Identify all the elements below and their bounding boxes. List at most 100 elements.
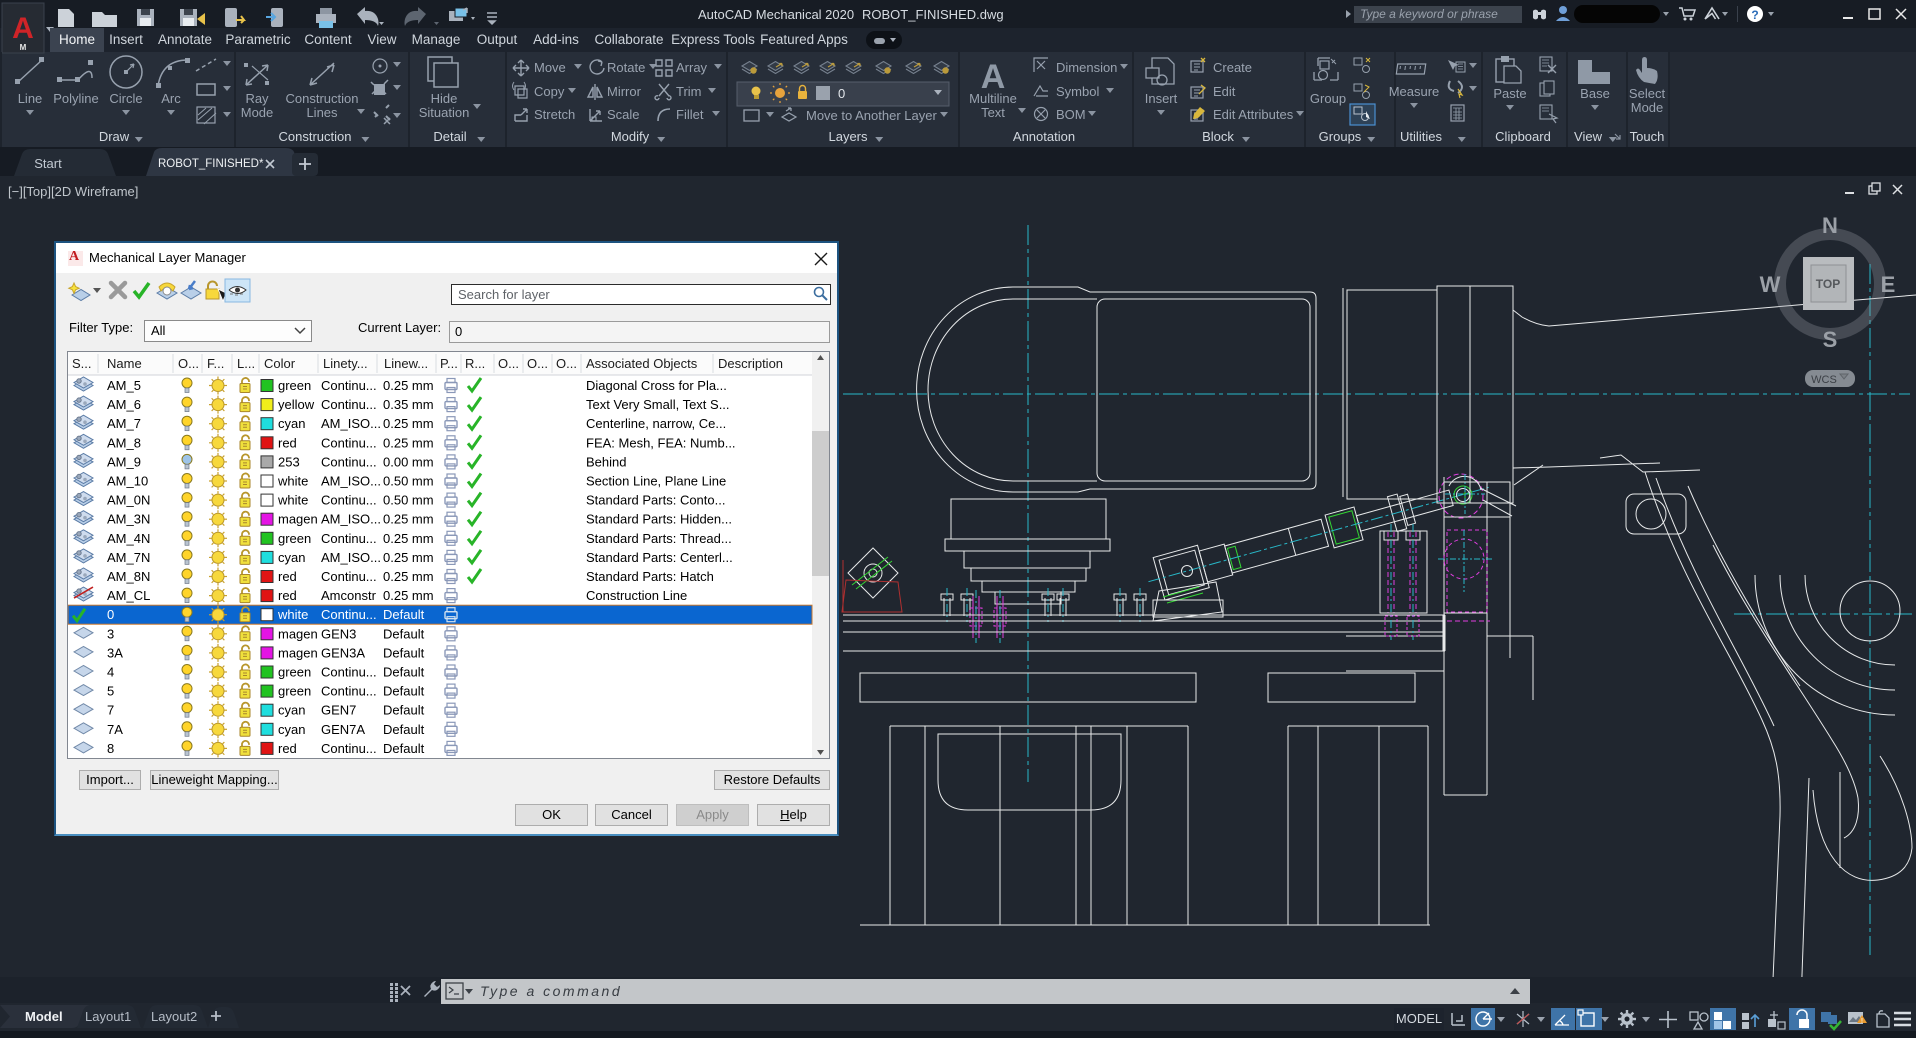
svg-text:magen: magen bbox=[278, 645, 318, 660]
svg-text:Layout2: Layout2 bbox=[151, 1009, 197, 1024]
svg-text:Construction: Construction bbox=[286, 91, 359, 106]
svg-text:Groups: Groups bbox=[1319, 129, 1362, 144]
svg-text:Collaborate: Collaborate bbox=[594, 32, 663, 47]
svg-text:ROBOT_FINISHED.dwg: ROBOT_FINISHED.dwg bbox=[862, 7, 1004, 22]
svg-text:AM_ISO...: AM_ISO... bbox=[321, 512, 381, 527]
svg-text:Home: Home bbox=[59, 32, 95, 47]
svg-text:Polyline: Polyline bbox=[53, 91, 99, 106]
svg-text:[−][Top][2D Wireframe]: [−][Top][2D Wireframe] bbox=[8, 184, 138, 199]
svg-text:Detail: Detail bbox=[433, 129, 466, 144]
svg-text:Fillet: Fillet bbox=[676, 107, 704, 122]
svg-text:Mode: Mode bbox=[1631, 100, 1664, 115]
svg-text:?: ? bbox=[1751, 8, 1758, 22]
svg-text:Continu...: Continu... bbox=[321, 569, 377, 584]
svg-text:Circle: Circle bbox=[109, 91, 142, 106]
svg-text:Centerline, narrow, Ce...: Centerline, narrow, Ce... bbox=[586, 416, 726, 431]
svg-text:AM_ISO...: AM_ISO... bbox=[321, 550, 381, 565]
svg-text:Add-ins: Add-ins bbox=[533, 32, 579, 47]
svg-text:white: white bbox=[277, 493, 308, 508]
svg-text:P...: P... bbox=[440, 356, 458, 371]
svg-text:cyan: cyan bbox=[278, 550, 305, 565]
svg-text:W: W bbox=[1760, 272, 1781, 297]
svg-text:AM_3N: AM_3N bbox=[107, 512, 150, 527]
svg-text:0: 0 bbox=[107, 607, 114, 622]
svg-text:Utilities: Utilities bbox=[1400, 129, 1442, 144]
svg-text:0.50 mm: 0.50 mm bbox=[383, 493, 434, 508]
svg-text:AM_10: AM_10 bbox=[107, 474, 148, 489]
svg-text:Rotate: Rotate bbox=[607, 60, 645, 75]
svg-text:Behind: Behind bbox=[586, 454, 626, 469]
svg-text:AM_0N: AM_0N bbox=[107, 493, 150, 508]
svg-text:Block: Block bbox=[1202, 129, 1234, 144]
svg-text:O...: O... bbox=[178, 356, 199, 371]
svg-text:Text: Text bbox=[981, 105, 1005, 120]
svg-text:Manage: Manage bbox=[412, 32, 461, 47]
svg-text:magen: magen bbox=[278, 512, 318, 527]
svg-text:Default: Default bbox=[383, 626, 425, 641]
svg-text:Touch: Touch bbox=[1630, 129, 1665, 144]
svg-text:AM_7N: AM_7N bbox=[107, 550, 150, 565]
svg-text:AM_6: AM_6 bbox=[107, 397, 141, 412]
svg-text:white: white bbox=[277, 474, 308, 489]
svg-text:AM_8: AM_8 bbox=[107, 435, 141, 450]
svg-text:Diagonal Cross for Pla...: Diagonal Cross for Pla... bbox=[586, 378, 727, 393]
svg-text:O...: O... bbox=[527, 356, 548, 371]
svg-text:Insert: Insert bbox=[1145, 91, 1178, 106]
svg-text:green: green bbox=[278, 378, 311, 393]
svg-text:Default: Default bbox=[383, 684, 425, 699]
svg-text:7A: 7A bbox=[107, 722, 123, 737]
svg-text:S: S bbox=[1823, 327, 1838, 352]
svg-text:Array: Array bbox=[676, 60, 708, 75]
svg-text:Featured Apps: Featured Apps bbox=[760, 32, 848, 47]
svg-text:Continu...: Continu... bbox=[321, 531, 377, 546]
svg-text:3A: 3A bbox=[107, 645, 123, 660]
svg-text:Standard Parts: Hatch: Standard Parts: Hatch bbox=[586, 569, 714, 584]
svg-text:0.25 mm: 0.25 mm bbox=[383, 512, 434, 527]
svg-text:Continu...: Continu... bbox=[321, 741, 377, 756]
svg-text:Move: Move bbox=[534, 60, 566, 75]
svg-text:0.00 mm: 0.00 mm bbox=[383, 454, 434, 469]
svg-text:Edit Attributes: Edit Attributes bbox=[1213, 107, 1294, 122]
svg-text:Continu...: Continu... bbox=[321, 665, 377, 680]
svg-text:0.25 mm: 0.25 mm bbox=[383, 435, 434, 450]
svg-text:Create: Create bbox=[1213, 60, 1252, 75]
svg-text:8: 8 bbox=[107, 741, 114, 756]
svg-text:WCS: WCS bbox=[1811, 374, 1837, 386]
svg-text:red: red bbox=[278, 741, 297, 756]
svg-text:F...: F... bbox=[207, 356, 224, 371]
svg-text:GEN3A: GEN3A bbox=[321, 645, 365, 660]
svg-text:Mirror: Mirror bbox=[607, 84, 642, 99]
svg-text:AM_7: AM_7 bbox=[107, 416, 141, 431]
svg-text:red: red bbox=[278, 569, 297, 584]
svg-text:Text Very Small, Text S...: Text Very Small, Text S... bbox=[586, 397, 730, 412]
svg-text:E: E bbox=[1881, 272, 1896, 297]
svg-text:red: red bbox=[278, 588, 297, 603]
svg-text:AM_5: AM_5 bbox=[107, 378, 141, 393]
svg-text:O...: O... bbox=[498, 356, 519, 371]
svg-text:Hide: Hide bbox=[431, 91, 458, 106]
svg-text:Stretch: Stretch bbox=[534, 107, 575, 122]
svg-text:Standard Parts: Conto...: Standard Parts: Conto... bbox=[586, 493, 725, 508]
svg-text:Mode: Mode bbox=[241, 105, 274, 120]
svg-text:GEN7A: GEN7A bbox=[321, 722, 365, 737]
svg-text:Clipboard: Clipboard bbox=[1495, 129, 1551, 144]
svg-text:Linety...: Linety... bbox=[323, 356, 368, 371]
svg-text:Construction Line: Construction Line bbox=[586, 588, 687, 603]
svg-text:cyan: cyan bbox=[278, 416, 305, 431]
svg-text:Insert: Insert bbox=[109, 32, 143, 47]
svg-text:0.25 mm: 0.25 mm bbox=[383, 531, 434, 546]
svg-text:Default: Default bbox=[383, 741, 425, 756]
svg-text:Content: Content bbox=[304, 32, 352, 47]
svg-text:R...: R... bbox=[465, 356, 485, 371]
svg-text:Copy: Copy bbox=[534, 84, 565, 99]
svg-text:0.25 mm: 0.25 mm bbox=[383, 569, 434, 584]
svg-text:Multiline: Multiline bbox=[969, 91, 1017, 106]
svg-text:FEA: Mesh, FEA: Numb...: FEA: Mesh, FEA: Numb... bbox=[586, 435, 736, 450]
svg-text:MODEL: MODEL bbox=[1396, 1011, 1442, 1026]
svg-text:Lines: Lines bbox=[306, 105, 338, 120]
svg-text:Continu...: Continu... bbox=[321, 454, 377, 469]
svg-text:Amconstr: Amconstr bbox=[321, 588, 377, 603]
svg-text:Color: Color bbox=[264, 356, 296, 371]
svg-text:cyan: cyan bbox=[278, 722, 305, 737]
svg-text:Description: Description bbox=[718, 356, 783, 371]
